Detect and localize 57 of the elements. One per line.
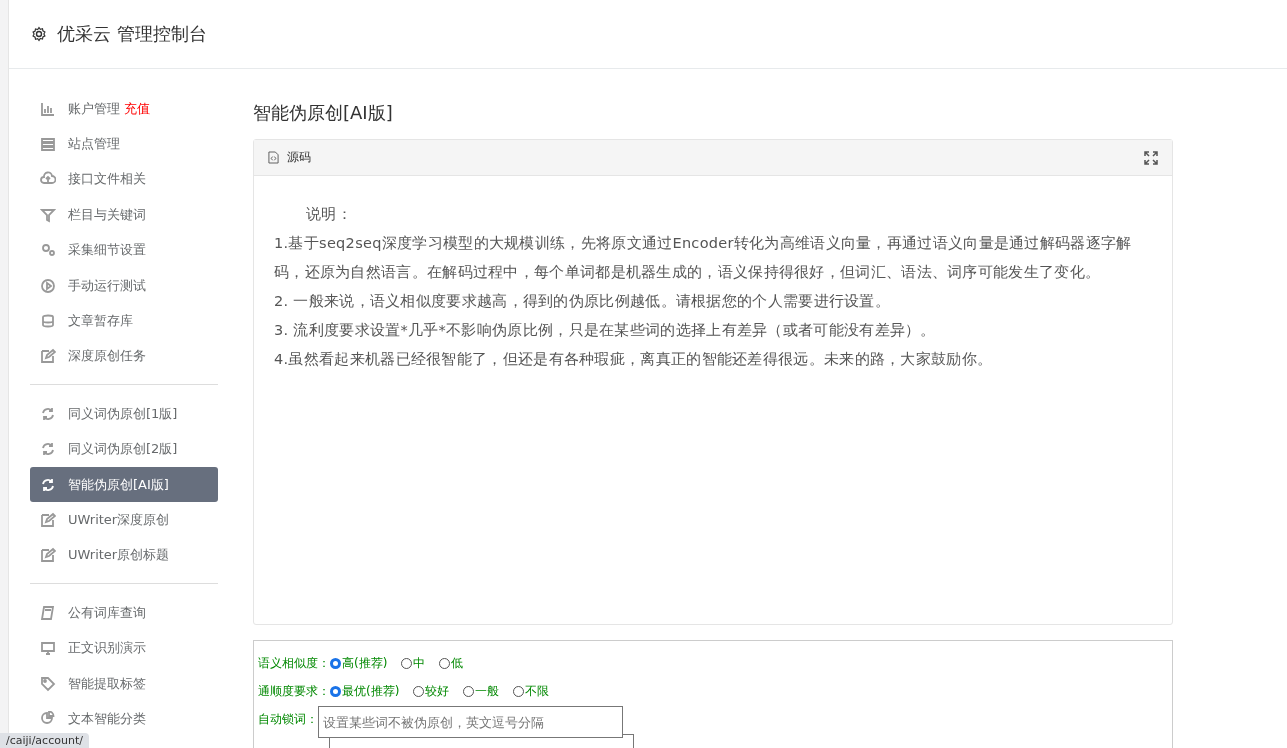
- page-title: 智能伪原创[AI版]: [253, 101, 394, 125]
- sidebar-item[interactable]: UWriter原创标题: [30, 537, 218, 574]
- radio-option[interactable]: 低: [439, 654, 464, 672]
- edit-icon: [40, 547, 56, 564]
- play-icon: [40, 277, 56, 294]
- lock-words-field[interactable]: 设置某些词不被伪原创，英文逗号分隔: [318, 706, 623, 738]
- radio-option[interactable]: 较好: [413, 682, 450, 700]
- sidebar-item[interactable]: 站点管理: [30, 126, 218, 162]
- refresh-icon: [40, 405, 56, 422]
- field-label: 通顺度要求：: [258, 682, 330, 700]
- sidebar-item[interactable]: 深度原创任务: [30, 338, 218, 375]
- pie-chart-icon: [40, 710, 56, 727]
- radio-option[interactable]: 不限: [513, 682, 550, 700]
- console-title: 优采云 管理控制台: [57, 22, 207, 46]
- code-file-icon: [268, 151, 279, 164]
- sidebar-item[interactable]: 公有词库查询: [30, 595, 218, 631]
- sidebar-item[interactable]: UWriter深度原创: [30, 502, 218, 538]
- radio-option[interactable]: 最优(推荐): [330, 682, 400, 700]
- tag-icon: [40, 675, 56, 692]
- radio-option[interactable]: 一般: [463, 682, 500, 700]
- description-text: 1.基于seq2seq深度学习模型的大规模训练，先将原文通过Encoder转化为高维语义向量，再通过语义向量是通过解码器逐字解码，还原为自然语言。在解码过程中，每个单词都是机器生成的，语义保持得很好，但词汇、语法、词序可能发生了变化。: [274, 234, 1132, 282]
- sidebar-item[interactable]: 手动运行测试: [30, 267, 218, 304]
- source-button[interactable]: 源码: [268, 149, 311, 166]
- field-label: 自动锁词：: [258, 710, 318, 728]
- monitor-icon: [40, 640, 56, 657]
- fullscreen-icon[interactable]: [1144, 150, 1158, 165]
- description-text: 3. 流利度要求设置*几乎*不影响伪原比例，只是在某些词的选择上有差异（或者可能没有差异）。: [274, 321, 937, 340]
- sidebar-item[interactable]: 栏目与关键词: [30, 197, 218, 233]
- edit-icon: [40, 512, 56, 528]
- field-label: 语义相似度：: [258, 654, 330, 672]
- recharge-link[interactable]: 充值: [124, 99, 150, 118]
- edit-icon: [40, 348, 56, 365]
- refresh-icon: [40, 441, 56, 458]
- sidebar-item[interactable]: 同义词伪原创[1版]: [30, 396, 218, 432]
- sidebar-item[interactable]: 智能提取标签: [30, 665, 218, 702]
- chart-icon: [40, 100, 56, 117]
- sidebar-item[interactable]: 账户管理 充值: [30, 91, 218, 127]
- sidebar-item[interactable]: 正文识别演示: [30, 630, 218, 666]
- database-icon: [40, 313, 56, 330]
- sidebar-item[interactable]: 同义词伪原创[2版]: [30, 431, 218, 467]
- settings-icon: [31, 26, 47, 42]
- sidebar-item[interactable]: 文章暂存库: [30, 303, 218, 339]
- radio-button[interactable]: [330, 657, 341, 669]
- description-heading: 说明：: [305, 205, 353, 224]
- filter-icon: [40, 206, 56, 223]
- status-url-tooltip: /caiji/account/: [0, 733, 89, 748]
- sidebar-item[interactable]: 采集细节设置: [30, 232, 218, 268]
- server-icon: [40, 136, 56, 153]
- sidebar-item[interactable]: 接口文件相关: [30, 161, 218, 198]
- radio-option[interactable]: 中: [401, 654, 426, 672]
- refresh-icon: [40, 476, 56, 493]
- radio-option[interactable]: 高(推荐): [330, 654, 388, 672]
- description-text: 2. 一般来说，语义相似度要求越高，得到的伪原比例越低。请根据您的个人需要进行设置。: [274, 292, 892, 311]
- radio-button[interactable]: [330, 685, 341, 697]
- description-text: 4.虽然看起来机器已经很智能了，但还是有各种瑕疵，离真正的智能还差得很远。未来的路，大家鼓励你。: [274, 350, 994, 369]
- sidebar-item[interactable]: 智能伪原创[AI版]: [30, 466, 218, 503]
- book-icon: [40, 604, 56, 621]
